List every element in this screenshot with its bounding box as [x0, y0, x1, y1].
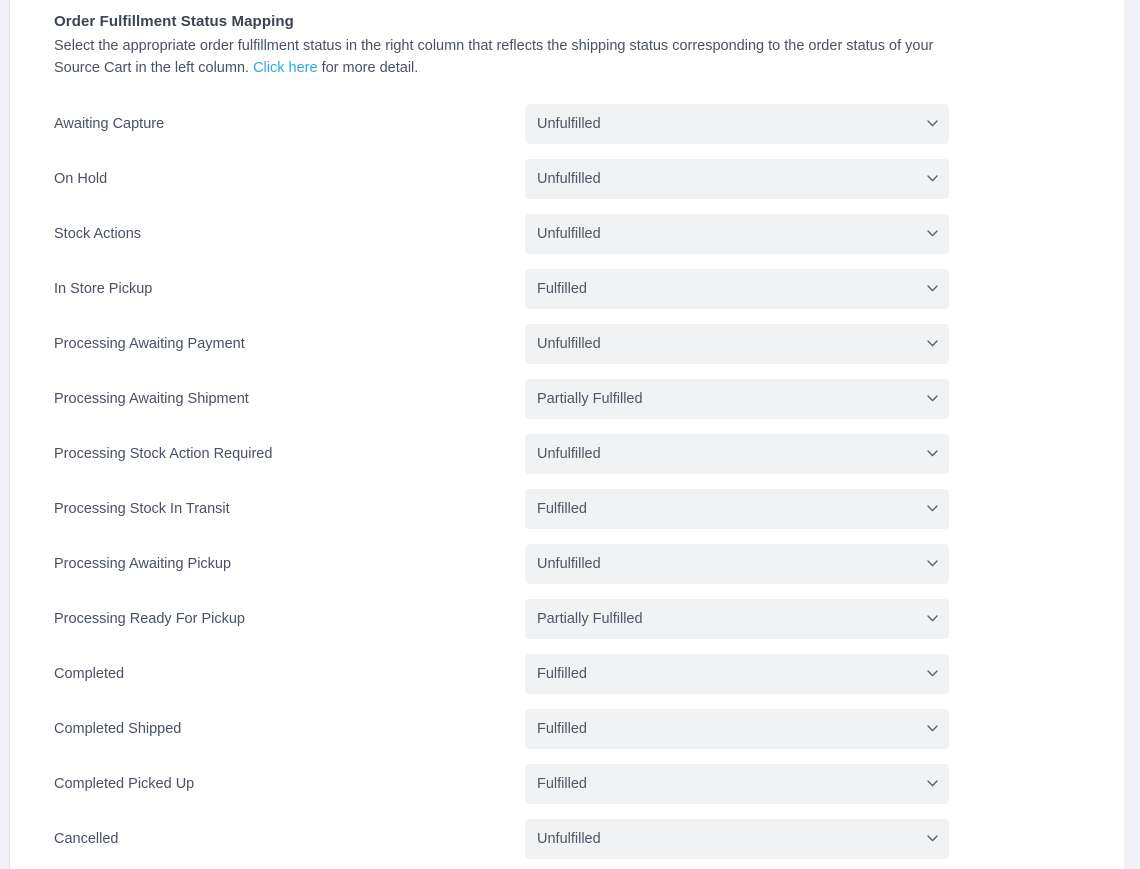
- status-mapping-row: Processing Awaiting Pickup Unfulfilled: [54, 536, 1124, 591]
- source-status-label: Cancelled: [54, 830, 119, 847]
- chevron-down-icon: [921, 104, 943, 144]
- status-mapping-row: Awaiting Capture Unfulfilled: [54, 96, 1124, 151]
- status-mapping-row: Cancelled Unfulfilled: [54, 811, 1124, 866]
- status-mapping-row: Completed Picked Up Fulfilled: [54, 756, 1124, 811]
- fulfillment-status-value: Unfulfilled: [537, 555, 601, 572]
- fulfillment-status-value: Partially Fulfilled: [537, 610, 643, 627]
- page-title: Order Fulfillment Status Mapping: [54, 13, 294, 30]
- source-status-label: On Hold: [54, 170, 108, 187]
- source-status-label: Completed: [54, 665, 125, 682]
- chevron-down-icon: [921, 434, 943, 474]
- section-description-text-before: Select the appropriate order fulfillment…: [54, 38, 934, 76]
- chevron-down-icon: [921, 269, 943, 309]
- fulfillment-status-select[interactable]: Fulfilled: [525, 268, 949, 309]
- source-status-label: In Store Pickup: [54, 280, 153, 297]
- status-mapping-row: Completed Fulfilled: [54, 646, 1124, 701]
- chevron-down-icon: [921, 654, 943, 694]
- fulfillment-status-value: Fulfilled: [537, 280, 587, 297]
- source-status-label: Awaiting Capture: [54, 115, 165, 132]
- chevron-down-icon: [921, 489, 943, 529]
- fulfillment-status-value: Fulfilled: [537, 720, 587, 737]
- page-background: Order Fulfillment Status Mapping Select …: [0, 0, 1140, 869]
- chevron-down-icon: [921, 159, 943, 199]
- source-status-label: Stock Actions: [54, 225, 142, 242]
- status-mapping-list: Awaiting Capture Unfulfilled On Hold Unf…: [54, 96, 1124, 866]
- fulfillment-status-select[interactable]: Partially Fulfilled: [525, 598, 949, 639]
- status-mapping-row: In Store Pickup Fulfilled: [54, 261, 1124, 316]
- fulfillment-status-select[interactable]: Unfulfilled: [525, 103, 949, 144]
- chevron-down-icon: [921, 764, 943, 804]
- chevron-down-icon: [921, 379, 943, 419]
- fulfillment-status-select[interactable]: Fulfilled: [525, 763, 949, 804]
- status-mapping-row: Processing Ready For Pickup Partially Fu…: [54, 591, 1124, 646]
- fulfillment-status-value: Unfulfilled: [537, 830, 601, 847]
- fulfillment-status-value: Unfulfilled: [537, 335, 601, 352]
- fulfillment-status-select[interactable]: Unfulfilled: [525, 433, 949, 474]
- fulfillment-status-value: Fulfilled: [537, 500, 587, 517]
- fulfillment-status-select[interactable]: Unfulfilled: [525, 543, 949, 584]
- fulfillment-status-value: Unfulfilled: [537, 115, 601, 132]
- fulfillment-status-value: Unfulfilled: [537, 225, 601, 242]
- chevron-down-icon: [921, 709, 943, 749]
- source-status-label: Completed Picked Up: [54, 775, 195, 792]
- source-status-label: Completed Shipped: [54, 720, 182, 737]
- status-mapping-row: Stock Actions Unfulfilled: [54, 206, 1124, 261]
- chevron-down-icon: [921, 214, 943, 254]
- status-mapping-row: Completed Shipped Fulfilled: [54, 701, 1124, 756]
- fulfillment-status-select[interactable]: Unfulfilled: [525, 158, 949, 199]
- status-mapping-row: Processing Stock In Transit Fulfilled: [54, 481, 1124, 536]
- settings-content-panel: Order Fulfillment Status Mapping Select …: [9, 0, 1124, 869]
- fulfillment-status-value: Partially Fulfilled: [537, 390, 643, 407]
- fulfillment-status-value: Unfulfilled: [537, 445, 601, 462]
- source-status-label: Processing Awaiting Pickup: [54, 555, 232, 572]
- section-description-text-after: for more detail.: [321, 60, 419, 76]
- fulfillment-status-value: Unfulfilled: [537, 170, 601, 187]
- source-status-label: Processing Awaiting Payment: [54, 335, 245, 352]
- status-mapping-row: Processing Stock Action Required Unfulfi…: [54, 426, 1124, 481]
- fulfillment-status-value: Fulfilled: [537, 775, 587, 792]
- fulfillment-status-select[interactable]: Unfulfilled: [525, 213, 949, 254]
- source-status-label: Processing Ready For Pickup: [54, 610, 245, 627]
- section-description: Select the appropriate order fulfillment…: [54, 35, 934, 79]
- status-mapping-row: Processing Awaiting Payment Unfulfilled: [54, 316, 1124, 371]
- fulfillment-status-select[interactable]: Fulfilled: [525, 653, 949, 694]
- fulfillment-status-select[interactable]: Unfulfilled: [525, 818, 949, 859]
- fulfillment-status-select[interactable]: Fulfilled: [525, 708, 949, 749]
- chevron-down-icon: [921, 324, 943, 364]
- fulfillment-status-select[interactable]: Partially Fulfilled: [525, 378, 949, 419]
- click-here-link[interactable]: Click here: [253, 60, 317, 76]
- status-mapping-row: Processing Awaiting Shipment Partially F…: [54, 371, 1124, 426]
- source-status-label: Processing Awaiting Shipment: [54, 390, 249, 407]
- fulfillment-status-select[interactable]: Unfulfilled: [525, 323, 949, 364]
- fulfillment-status-value: Fulfilled: [537, 665, 587, 682]
- source-status-label: Processing Stock Action Required: [54, 445, 273, 462]
- source-status-label: Processing Stock In Transit: [54, 500, 230, 517]
- chevron-down-icon: [921, 819, 943, 859]
- status-mapping-row: On Hold Unfulfilled: [54, 151, 1124, 206]
- chevron-down-icon: [921, 544, 943, 584]
- chevron-down-icon: [921, 599, 943, 639]
- fulfillment-status-select[interactable]: Fulfilled: [525, 488, 949, 529]
